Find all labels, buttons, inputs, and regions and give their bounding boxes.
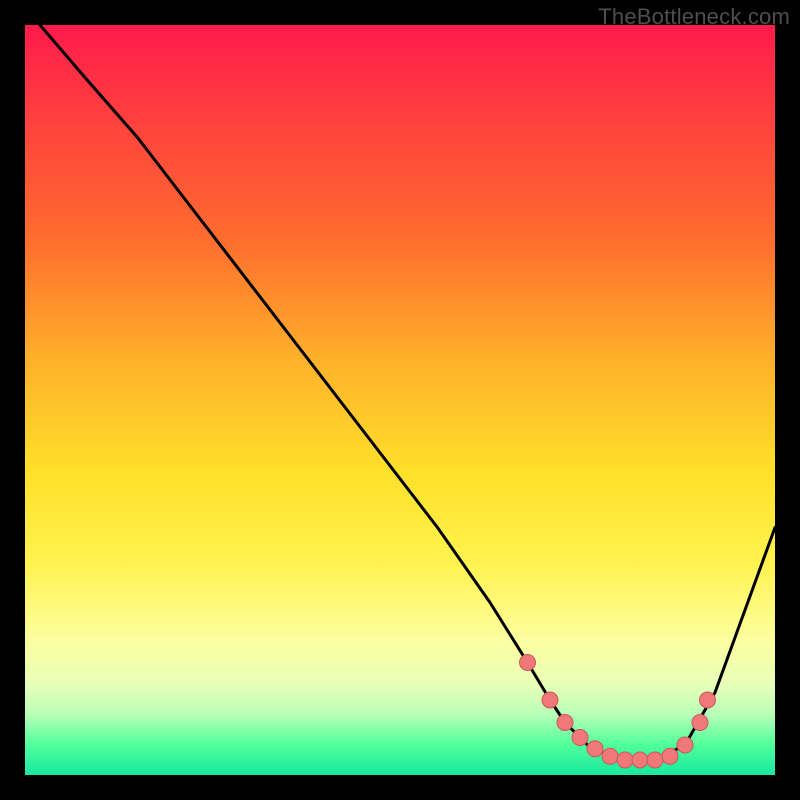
bottleneck-curve (40, 25, 775, 760)
marker-dot (647, 752, 663, 768)
marker-dots-group (520, 655, 716, 769)
marker-dot (542, 692, 558, 708)
marker-dot (700, 692, 716, 708)
marker-dot (602, 748, 618, 764)
marker-dot (617, 752, 633, 768)
marker-dot (677, 737, 693, 753)
marker-dot (520, 655, 536, 671)
marker-dot (587, 741, 603, 757)
chart-frame: TheBottleneck.com (0, 0, 800, 800)
watermark-text: TheBottleneck.com (598, 4, 790, 30)
marker-dot (692, 715, 708, 731)
chart-svg (25, 25, 775, 775)
marker-dot (632, 752, 648, 768)
marker-dot (557, 715, 573, 731)
plot-area (25, 25, 775, 775)
marker-dot (662, 748, 678, 764)
marker-dot (572, 730, 588, 746)
